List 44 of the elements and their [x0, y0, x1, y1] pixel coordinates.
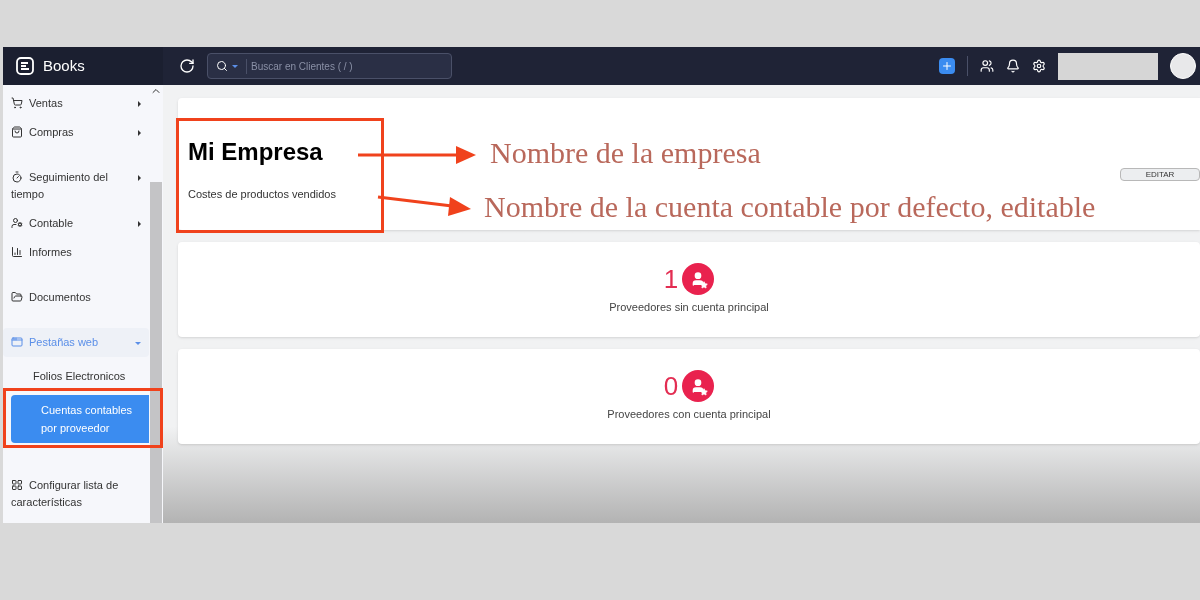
window-icon [11, 336, 23, 348]
scrollbar[interactable] [150, 182, 162, 523]
refresh-icon[interactable] [179, 58, 195, 74]
sidebar-item[interactable]: Configurar lista de características [3, 477, 149, 523]
plus-icon [941, 60, 953, 72]
caret-right-icon [138, 130, 141, 136]
sidebar-item[interactable]: Compras [3, 118, 149, 147]
annotation-text: Nombre de la empresa [490, 138, 761, 168]
logo-icon [15, 56, 35, 76]
cart-icon [11, 97, 23, 109]
grid-icon [11, 479, 23, 491]
sidebar-item[interactable]: Seguimiento del tiempo [3, 163, 149, 209]
caret-down-icon [232, 64, 238, 68]
stat-label: Proveedores con cuenta principal [607, 407, 771, 423]
sidebar-item[interactable]: Contable [3, 209, 149, 238]
bag-icon [11, 126, 23, 138]
sidebar-subitem[interactable]: Folios Electronicos [3, 361, 149, 391]
stat-label: Proveedores sin cuenta principal [609, 300, 769, 316]
search-icon [216, 60, 228, 72]
settings-icon[interactable] [1032, 59, 1046, 73]
sidebar-item[interactable]: Ventas [3, 89, 149, 118]
add-button[interactable] [939, 58, 955, 74]
bell-icon[interactable] [1006, 59, 1020, 73]
caret-right-icon [138, 101, 141, 107]
users-icon[interactable] [980, 59, 994, 73]
stopwatch-icon [11, 171, 23, 183]
bar-chart-icon [11, 246, 23, 258]
company-name: Mi Empresa [188, 140, 324, 164]
annotation-text: Nombre de la cuenta contable por defecto, editable [484, 192, 1096, 222]
caret-right-icon [138, 175, 141, 181]
stat-count: 0 [663, 373, 679, 400]
edit-button[interactable]: EDITAR [1120, 168, 1200, 181]
caret-down-icon [135, 342, 141, 345]
search-bar[interactable]: Buscar en Clientes ( / ) [207, 53, 452, 79]
app-name: Books [43, 55, 85, 76]
avatar[interactable] [1170, 53, 1196, 79]
account-name: Costes de productos vendidos [188, 187, 336, 202]
user-icon [11, 217, 23, 229]
sidebar-item[interactable]: Documentos [3, 283, 149, 312]
folder-icon [11, 291, 23, 303]
search-field[interactable]: Buscar en Clientes ( / ) [246, 58, 443, 74]
stat-count: 1 [663, 266, 679, 293]
caret-right-icon [138, 221, 141, 227]
sidebar-item[interactable]: Informes [3, 238, 149, 267]
